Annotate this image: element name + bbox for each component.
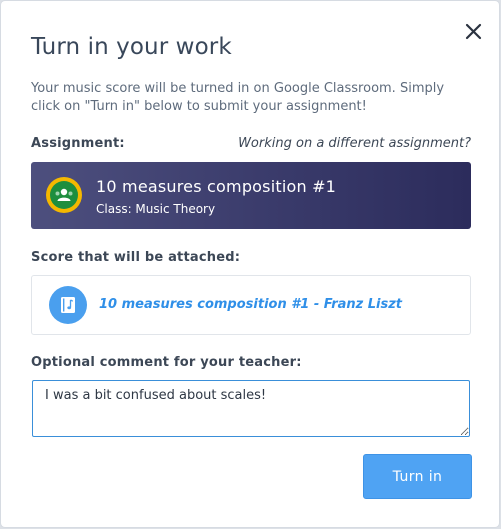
assignment-title: 10 measures composition #1 bbox=[96, 177, 337, 196]
assignment-class: Class: Music Theory bbox=[96, 202, 216, 216]
score-icon-badge bbox=[49, 286, 87, 324]
close-icon bbox=[465, 23, 482, 40]
turn-in-dialog: Turn in your work Your music score will … bbox=[1, 1, 499, 527]
music-score-icon bbox=[61, 297, 75, 313]
assignment-card[interactable]: 10 measures composition #1 Class: Music … bbox=[31, 162, 471, 229]
turn-in-button[interactable]: Turn in bbox=[363, 454, 472, 499]
google-classroom-icon bbox=[46, 177, 82, 213]
comment-label: Optional comment for your teacher: bbox=[31, 355, 302, 370]
dialog-description: Your music score will be turned in on Go… bbox=[31, 81, 445, 114]
teacher-comment-input[interactable]: I was a bit confused about scales! bbox=[32, 380, 470, 437]
score-title-link[interactable]: 10 measures composition #1 - Franz Liszt bbox=[99, 297, 402, 312]
assignment-label: Assignment: bbox=[31, 136, 125, 151]
score-card: 10 measures composition #1 - Franz Liszt bbox=[31, 275, 471, 335]
score-label: Score that will be attached: bbox=[31, 250, 241, 265]
close-button[interactable] bbox=[463, 21, 485, 43]
dialog-title: Turn in your work bbox=[31, 34, 232, 60]
different-assignment-link[interactable]: Working on a different assignment? bbox=[238, 136, 471, 151]
